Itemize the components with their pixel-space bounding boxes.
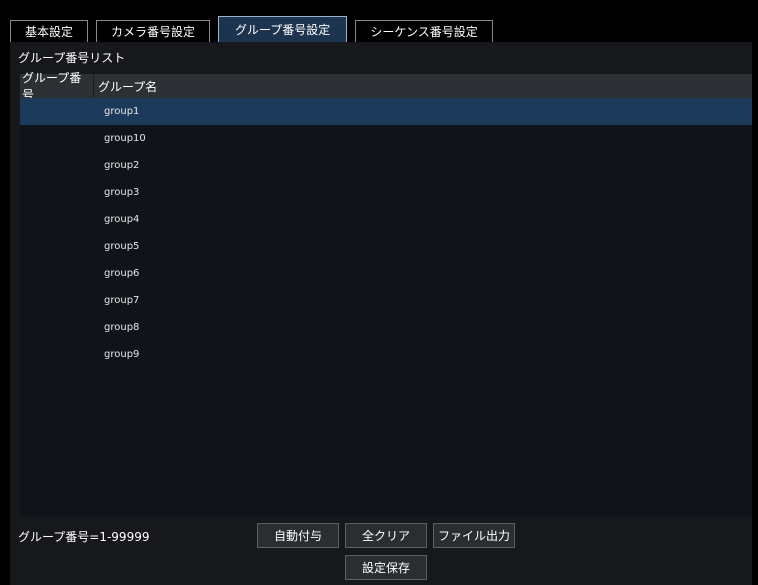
tab-camera-number-settings[interactable]: カメラ番号設定 [96,20,211,42]
table-row[interactable]: group8 [20,314,752,341]
group-number-range-text: グループ番号=1-99999 [18,530,150,544]
table-row[interactable]: group9 [20,341,752,368]
settings-panel: グループ番号リスト グループ番号 グループ名 group1 group10 gr… [10,42,752,585]
row-group-name: group6 [104,268,140,279]
row-group-name: group5 [104,241,140,252]
table-body: group1 group10 group2 group3 group4 grou… [20,98,752,368]
file-output-button[interactable]: ファイル出力 [433,523,515,548]
table-row[interactable]: group3 [20,179,752,206]
table-row[interactable]: group6 [20,260,752,287]
table-header: グループ番号 グループ名 [20,71,752,102]
group-list-table: グループ番号 グループ名 group1 group10 group2 group… [20,71,752,516]
row-group-name: group10 [104,133,146,144]
table-row[interactable]: group4 [20,206,752,233]
table-row[interactable]: group7 [20,287,752,314]
table-row[interactable]: group5 [20,233,752,260]
tab-sequence-number-settings[interactable]: シーケンス番号設定 [355,20,493,42]
row-group-name: group1 [104,106,140,117]
table-row[interactable]: group1 [20,98,752,125]
save-settings-button[interactable]: 設定保存 [345,555,427,580]
row-group-name: group7 [104,295,140,306]
table-row[interactable]: group10 [20,125,752,152]
row-group-name: group3 [104,187,140,198]
row-group-name: group8 [104,322,140,333]
row-group-name: group4 [104,214,140,225]
tab-basic-settings[interactable]: 基本設定 [10,20,89,42]
auto-assign-button[interactable]: 自動付与 [257,523,339,548]
tab-group-number-settings[interactable]: グループ番号設定 [218,16,348,42]
tab-bar: 基本設定 カメラ番号設定 グループ番号設定 シーケンス番号設定 [10,16,501,42]
clear-all-button[interactable]: 全クリア [345,523,427,548]
column-header-group-number[interactable]: グループ番号 [20,71,94,102]
row-group-name: group9 [104,349,140,360]
group-list-title: グループ番号リスト [18,51,126,65]
column-header-group-name[interactable]: グループ名 [94,74,157,98]
row-group-name: group2 [104,160,140,171]
table-row[interactable]: group2 [20,152,752,179]
